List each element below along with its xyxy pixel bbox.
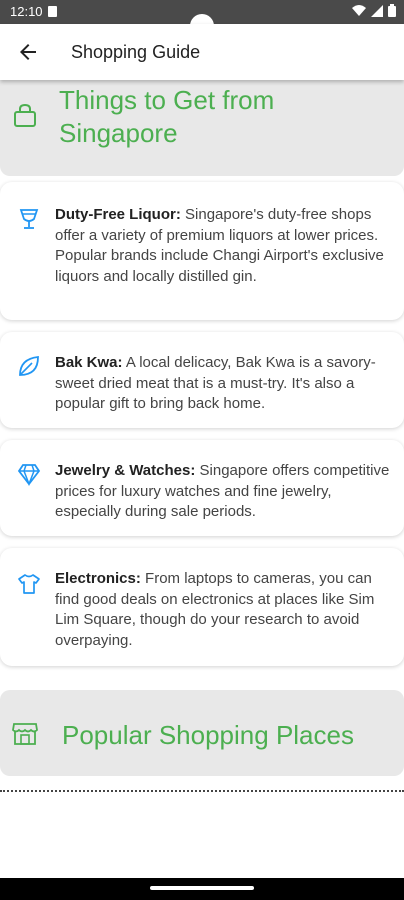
status-time: 12:10 [10, 4, 43, 19]
app-bar: Shopping Guide [0, 24, 404, 80]
things-to-get-header: Things to Get from Singapore [0, 80, 404, 176]
item-text: Bak Kwa: A local delicacy, Bak Kwa is a … [55, 353, 390, 415]
popular-places-header[interactable]: Popular Shopping Places [0, 690, 404, 776]
back-arrow-icon[interactable] [16, 40, 40, 64]
list-item-duty-free-liquor: Duty-Free Liquor: Singapore's duty-free … [0, 182, 404, 320]
list-item-jewelry-watches: Jewelry & Watches: Singapore offers comp… [0, 440, 404, 536]
shopping-bag-icon [14, 103, 36, 127]
status-icons [352, 4, 396, 17]
leaf-icon [19, 355, 39, 376]
item-title: Bak Kwa: [55, 354, 123, 371]
divider [0, 790, 404, 792]
item-text: Electronics: From laptops to cameras, yo… [55, 569, 390, 651]
battery-icon [388, 4, 396, 17]
storefront-icon [12, 723, 38, 745]
popular-places-title: Popular Shopping Places [62, 720, 354, 750]
home-gesture-handle[interactable] [150, 886, 254, 890]
diamond-icon [17, 464, 41, 486]
list-item-bak-kwa: Bak Kwa: A local delicacy, Bak Kwa is a … [0, 332, 404, 428]
signal-icon [371, 4, 383, 17]
item-text: Duty-Free Liquor: Singapore's duty-free … [55, 205, 390, 287]
navigation-bar [0, 878, 404, 900]
list-item-electronics: Electronics: From laptops to cameras, yo… [0, 548, 404, 666]
page-title: Shopping Guide [71, 42, 201, 62]
tshirt-icon [18, 574, 40, 594]
item-text: Jewelry & Watches: Singapore offers comp… [55, 461, 390, 523]
things-header-line2: Singapore [59, 118, 178, 148]
wifi-icon [352, 4, 366, 16]
sd-card-icon [48, 6, 57, 17]
status-bar: 12:10 [0, 0, 404, 34]
item-title: Duty-Free Liquor: [55, 206, 181, 223]
things-header-line1: Things to Get from [59, 85, 275, 115]
item-title: Electronics: [55, 570, 141, 587]
item-title: Jewelry & Watches: [55, 462, 196, 479]
glass-icon [19, 209, 39, 229]
